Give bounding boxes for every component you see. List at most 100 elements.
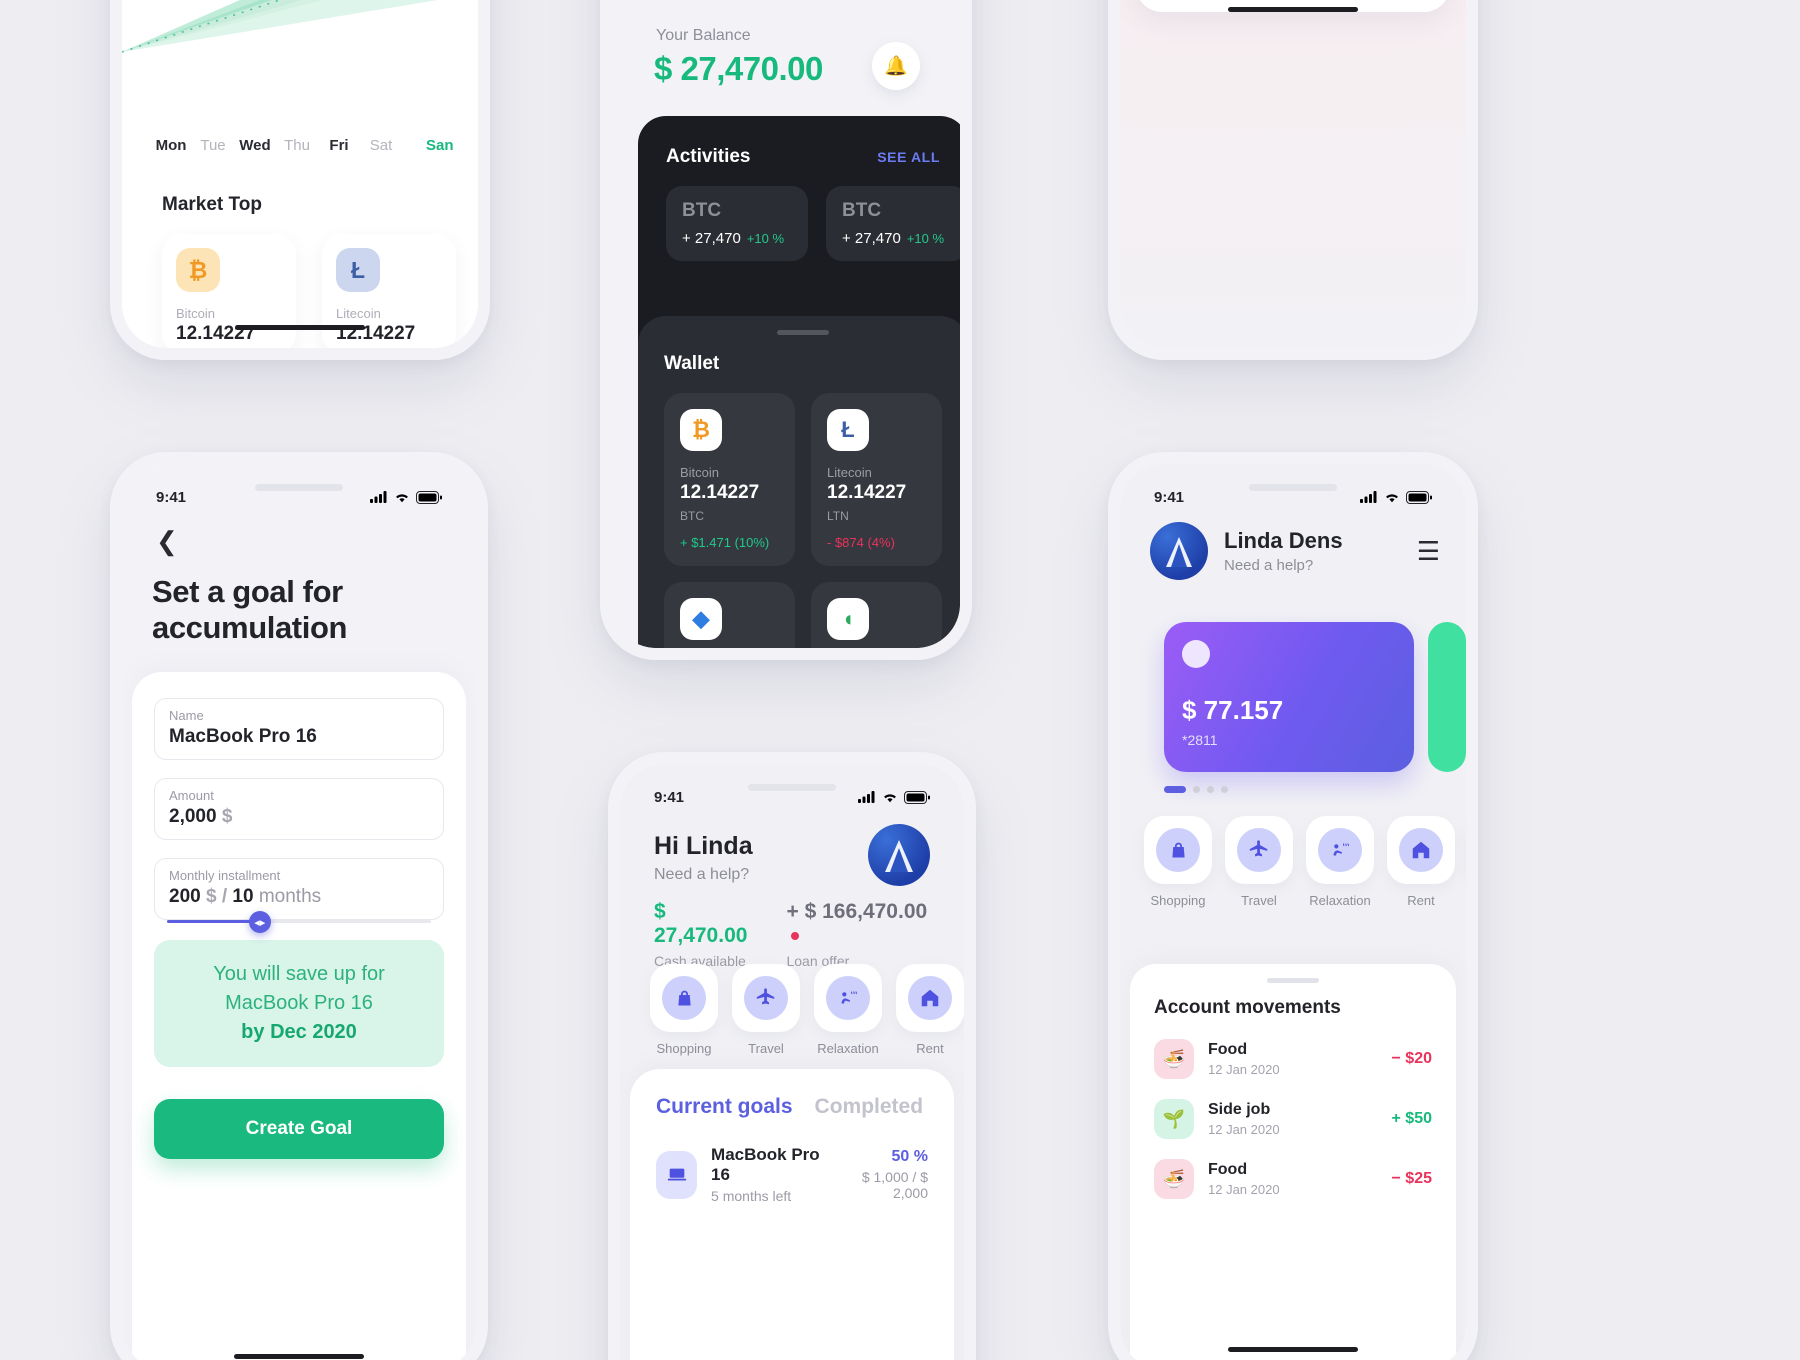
summary-row: $ 27,470.00 Cash available + $ 166,470.0…	[654, 900, 934, 969]
activity-symbol: BTC	[682, 200, 722, 221]
wifi-icon	[396, 494, 408, 503]
cards-carousel[interactable]: $ 77.157 *2811	[1164, 622, 1466, 772]
amount-field-label: Amount	[169, 788, 214, 803]
installment-label: Monthly installment	[169, 868, 281, 883]
phone-stats: 11 12 13 14 15 16 17 18 19 $ 10,028 Expe…	[1108, 0, 1478, 360]
goal-name: MacBook Pro 16	[711, 1145, 820, 1184]
home-icon	[908, 976, 952, 1020]
avatar[interactable]	[868, 824, 930, 886]
weekday-thu[interactable]: Thu	[276, 137, 318, 154]
movement-row[interactable]: 🌱 Side job 12 Jan 2020 + $50	[1154, 1099, 1432, 1139]
carousel-dot[interactable]	[1207, 786, 1214, 793]
create-goal-button[interactable]: Create Goal	[154, 1099, 444, 1159]
notification-dot-icon	[791, 932, 800, 941]
wallet-card-value: 12.14227	[680, 482, 760, 503]
carousel-indicator[interactable]	[1164, 786, 1228, 793]
carousel-dot[interactable]	[1193, 786, 1200, 793]
wifi-icon	[1386, 494, 1398, 503]
user-name: Linda Dens	[1224, 528, 1343, 553]
wallet-card-peercoin[interactable]: ◖ Peercoin 12.14227 PEC + $111 (2%)	[811, 582, 942, 648]
activities-carousel[interactable]: BTC + 27,470 +10 % BTC + 27,470 +10 % BTC …	[638, 168, 960, 261]
movement-row[interactable]: 🍜 Food 12 Jan 2020 − $25	[1154, 1159, 1432, 1199]
carousel-dot-active[interactable]	[1164, 786, 1186, 793]
category-shopping[interactable]: Shopping	[650, 964, 718, 1056]
installment-slider[interactable]: ◂▸	[167, 911, 431, 933]
amount-field[interactable]: Amount 2,000 $	[154, 778, 444, 840]
food-icon: 🍜	[1154, 1159, 1194, 1199]
see-all-button[interactable]: SEE ALL	[877, 149, 940, 165]
tab-completed[interactable]: Completed	[815, 1095, 924, 1119]
loan-offer-block[interactable]: + $ 166,470.00 Loan offer	[786, 900, 934, 969]
category-shopping[interactable]: Shopping	[1144, 816, 1212, 908]
wallet-card-name: Bitcoin	[680, 465, 720, 480]
spa-icon	[1318, 828, 1362, 872]
job-icon: 🌱	[1154, 1099, 1194, 1139]
installment-months-word: months	[258, 886, 322, 907]
phone-dashboard: 9:41 Linda Dens Need a help? ☰ $ 77.157 …	[1108, 452, 1478, 1360]
weekday-sat[interactable]: Sat	[360, 137, 402, 154]
growth-area-chart	[122, 0, 438, 53]
back-button[interactable]: ❮	[156, 526, 178, 557]
account-movements-sheet: Account movements 🍜 Food 12 Jan 2020 − $…	[1130, 964, 1456, 1360]
market-card-bitcoin[interactable]: ₿ Bitcoin 12.14227 BTC	[162, 234, 296, 348]
bell-icon[interactable]: 🔔	[872, 42, 920, 90]
name-field[interactable]: Name MacBook Pro 16	[154, 698, 444, 760]
bitcoin-icon: ₿	[176, 248, 220, 292]
stats-screen: 11 12 13 14 15 16 17 18 19 $ 10,028 Expe…	[1120, 0, 1466, 348]
dashboard-screen: 9:41 Linda Dens Need a help? ☰ $ 77.157 …	[1120, 464, 1466, 1360]
wallet-card-bitcoin[interactable]: ₿ Bitcoin 12.14227 BTC + $1.471 (10%)	[664, 393, 795, 566]
tab-current-goals[interactable]: Current goals	[656, 1095, 793, 1119]
market-card-litecoin[interactable]: Ł Litecoin 12.14227 LTN	[322, 234, 456, 348]
category-relaxation[interactable]: Relaxation	[1306, 816, 1374, 908]
weekday-mon[interactable]: Mon	[150, 137, 192, 154]
category-rent[interactable]: Rent	[896, 964, 964, 1056]
spa-icon	[826, 976, 870, 1020]
movement-row[interactable]: 🍜 Food 12 Jan 2020 − $20	[1154, 1039, 1432, 1079]
category-rent[interactable]: Rent	[1387, 816, 1455, 908]
wallet-card-litecoin[interactable]: Ł Litecoin 12.14227 LTN - $874 (4%)	[811, 393, 942, 566]
installment-field[interactable]: Monthly installment 200 $ / 10 months ◂▸	[154, 858, 444, 933]
goal-tabs[interactable]: Current goals Completed	[656, 1095, 928, 1119]
status-time: 9:41	[654, 788, 685, 806]
category-row[interactable]: Shopping Travel Relaxation Rent	[650, 964, 964, 1056]
activity-card[interactable]: BTC + 27,470 +10 %	[826, 186, 960, 261]
sheet-grabber[interactable]	[1267, 978, 1319, 983]
category-relaxation[interactable]: Relaxation	[814, 964, 882, 1056]
wallet-card-ethereum[interactable]: ◆ Ethereum 12.14227 ETH + $1.471 (10%)	[664, 582, 795, 648]
goals-sheet: Current goals Completed MacBook Pro 16 5…	[630, 1069, 954, 1360]
home-indicator	[1228, 7, 1358, 12]
user-avatar-icon	[885, 840, 913, 872]
screenshot-canvas: 20 10 ❮ ❯ Mon Tue Wed Thu Fri Sat San Ma…	[0, 0, 1800, 1360]
market-top-title: Market Top	[162, 194, 262, 215]
weekday-selector[interactable]: Mon Tue Wed Thu Fri Sat San	[150, 137, 468, 154]
weekday-wed[interactable]: Wed	[234, 137, 276, 154]
avatar[interactable]	[1150, 522, 1208, 580]
cellular-signal-icon	[370, 491, 387, 503]
payment-card[interactable]: $ 77.157 *2811	[1164, 622, 1414, 772]
wallet-screen: Your Balance $ 27,470.00 🔔 Activities SE…	[612, 0, 960, 648]
shopping-bag-icon	[1156, 828, 1200, 872]
category-label: Rent	[1407, 893, 1435, 908]
weekday-fri[interactable]: Fri	[318, 137, 360, 154]
weekday-sun[interactable]: San	[426, 137, 454, 154]
sheet-grabber[interactable]	[777, 330, 829, 335]
carousel-dot[interactable]	[1221, 786, 1228, 793]
category-travel[interactable]: Travel	[1225, 816, 1293, 908]
phone-wallet: Your Balance $ 27,470.00 🔔 Activities SE…	[600, 0, 972, 660]
weekday-tue[interactable]: Tue	[192, 137, 234, 154]
hamburger-menu-icon[interactable]: ☰	[1417, 536, 1440, 567]
activity-card[interactable]: BTC + 27,470 +10 %	[666, 186, 808, 261]
movement-date: 12 Jan 2020	[1208, 1122, 1280, 1137]
goal-list-item[interactable]: MacBook Pro 16 5 months left 50 % $ 1,00…	[656, 1145, 928, 1204]
activities-title: Activities	[666, 146, 751, 167]
payment-card-next[interactable]	[1428, 622, 1466, 772]
category-row[interactable]: Shopping Travel Relaxation Rent	[1144, 816, 1466, 908]
balance-amount: $ 27,470.00	[654, 50, 823, 87]
home-indicator	[1228, 1347, 1358, 1352]
dashboard-header: Linda Dens Need a help? ☰	[1150, 522, 1440, 580]
activity-percent: +10 %	[746, 231, 785, 246]
category-travel[interactable]: Travel	[732, 964, 800, 1056]
category-label: Shopping	[1150, 893, 1206, 908]
home-screen: 9:41 Hi Linda Need a help? $ 27,470.00 C…	[620, 764, 964, 1360]
slider-knob[interactable]: ◂▸	[248, 911, 271, 933]
